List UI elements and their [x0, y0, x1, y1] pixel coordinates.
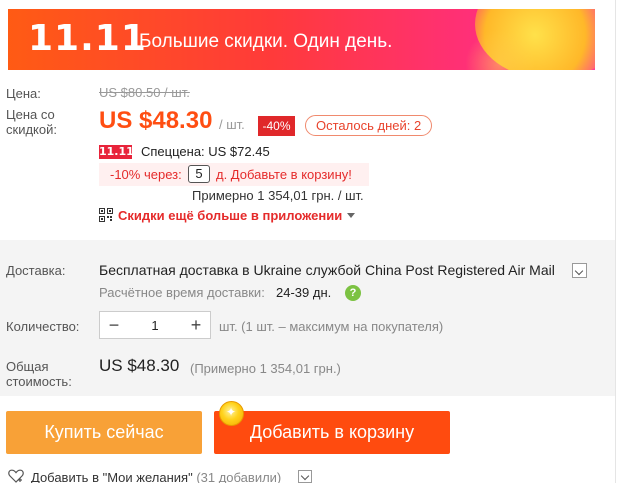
- old-price: US $80.50 / шт.: [99, 85, 190, 100]
- app-discount-link[interactable]: Скидки ещё больше в приложении: [118, 208, 342, 223]
- discount-badge: -40%: [258, 116, 295, 136]
- days-left-badge: Осталось дней: 2: [305, 115, 433, 136]
- total-approx: (Примерно 1 354,01 грн.): [190, 361, 341, 376]
- total-label-line1: Общая: [6, 359, 49, 374]
- quantity-increase-button[interactable]: +: [182, 312, 210, 338]
- total-price: US $48.30: [99, 356, 180, 375]
- wishlist-label: Добавить в "Мои желания": [31, 470, 193, 483]
- current-price: US $48.30: [99, 107, 213, 134]
- shipping-method[interactable]: Бесплатная доставка в Ukraine службой Ch…: [99, 262, 555, 278]
- special-price: Спеццена: US $72.45: [141, 144, 270, 159]
- qr-code-icon: [99, 208, 113, 222]
- help-icon[interactable]: ?: [345, 285, 361, 301]
- buy-now-button[interactable]: Купить сейчас: [6, 411, 202, 454]
- delivery-eta-label: Расчётное время доставки:: [99, 285, 265, 300]
- discount-price-label-line2: скидкой:: [6, 122, 57, 137]
- promo-banner[interactable]: 11.11 Большие скидки. Один день.: [8, 9, 595, 70]
- delivery-eta-value: 24-39 дн.: [276, 285, 332, 300]
- heart-icon[interactable]: [8, 469, 24, 483]
- banner-text: Большие скидки. Один день.: [139, 31, 393, 52]
- sale-logo: 11.11: [99, 145, 134, 159]
- quantity-decrease-button[interactable]: −: [100, 312, 128, 338]
- shipping-label: Доставка:: [6, 263, 66, 278]
- shipping-dropdown-toggle[interactable]: [572, 263, 587, 278]
- approx-price: Примерно 1 354,01 грн. / шт.: [192, 188, 364, 203]
- coin-icon: [219, 401, 244, 426]
- add-to-wishlist-link[interactable]: Добавить в "Мои желания" (31 добавили): [31, 470, 281, 483]
- page-divider: [615, 0, 616, 483]
- price-label: Цена:: [6, 86, 41, 101]
- quantity-label: Количество:: [6, 319, 80, 334]
- total-label-line2: стоимость:: [6, 374, 72, 389]
- quantity-stepper: − +: [99, 311, 211, 339]
- chevron-down-icon[interactable]: [347, 213, 355, 218]
- quantity-limit-note: шт. (1 шт. – максимум на покупателя): [219, 319, 444, 334]
- quantity-input[interactable]: [128, 312, 182, 338]
- add-to-cart-button[interactable]: Добавить в корзину: [214, 411, 450, 454]
- cart-promo-suffix: д. Добавьте в корзину!: [216, 167, 352, 182]
- price-unit: / шт.: [219, 117, 245, 132]
- cart-promo-number: 5: [188, 165, 210, 183]
- discount-price-label-line1: Цена со: [6, 107, 55, 122]
- wishlist-count: (31 добавили): [196, 470, 282, 483]
- banner-logo: 11.11: [28, 18, 147, 59]
- cart-promo-prefix: -10% через:: [110, 167, 182, 182]
- wishlist-dropdown-toggle[interactable]: [298, 470, 312, 483]
